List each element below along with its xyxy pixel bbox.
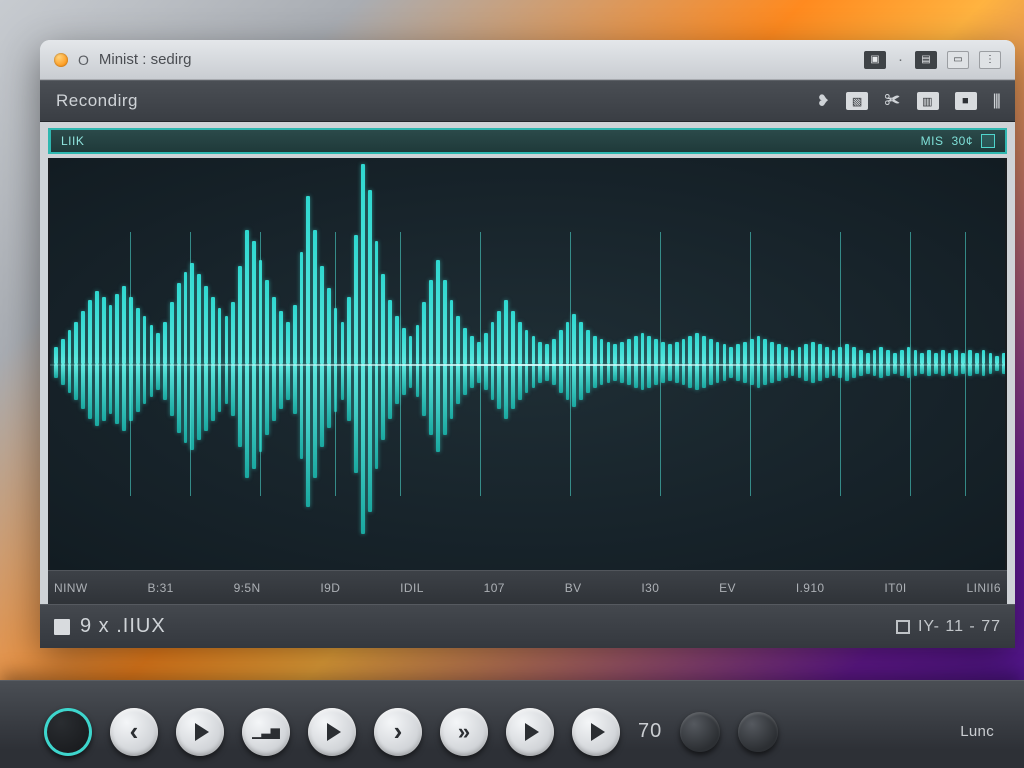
forward-button[interactable] xyxy=(374,708,422,756)
status-left-text: 9 x .IIUX xyxy=(80,615,166,638)
title-prefix: O xyxy=(78,52,89,68)
audio-editor-window: O Minist : sedirg ▣ · ▤ ▭ ⋮ Recondirg ❥ … xyxy=(40,40,1015,648)
play-button-2[interactable] xyxy=(308,708,356,756)
play-button-1[interactable] xyxy=(176,708,224,756)
transport-dock: ▁▃▆ 70 Lunc xyxy=(0,680,1024,768)
play-button-3[interactable] xyxy=(506,708,554,756)
waveform-centerline xyxy=(50,364,1005,366)
back-button[interactable] xyxy=(110,708,158,756)
ruler-tick: IT0I xyxy=(884,581,906,595)
tool-brush-icon[interactable]: ❥ xyxy=(816,91,830,111)
window-control-dot[interactable] xyxy=(54,53,68,67)
levels-icon: ▁▃▆ xyxy=(252,726,280,738)
ruler-tick: IDIL xyxy=(400,581,424,595)
back-icon xyxy=(130,716,139,747)
ruler-tick: 9:5N xyxy=(234,581,261,595)
ruler-tick: LINII6 xyxy=(967,581,1001,595)
ruler-tick: I30 xyxy=(641,581,659,595)
tool-panel-2-icon[interactable]: ▥ xyxy=(917,92,939,110)
play-icon xyxy=(195,723,209,741)
ruler-tick: NINW xyxy=(54,581,88,595)
status-stop-icon[interactable] xyxy=(54,619,70,635)
dock-label: Lunc xyxy=(960,723,994,740)
track-toggle-icon[interactable] xyxy=(981,134,995,148)
knob-2[interactable] xyxy=(738,712,778,752)
tool-stop-icon[interactable]: ■ xyxy=(955,92,977,110)
fast-forward-button[interactable] xyxy=(440,708,488,756)
play-icon xyxy=(591,723,605,741)
play-icon xyxy=(525,723,539,741)
record-button[interactable] xyxy=(44,708,92,756)
window-titlebar: O Minist : sedirg ▣ · ▤ ▭ ⋮ xyxy=(40,40,1015,80)
titlebar-tool-4-icon[interactable]: ⋮ xyxy=(979,51,1001,69)
tool-cut-icon[interactable]: ✀ xyxy=(884,92,900,110)
mode-label: Recondirg xyxy=(56,91,138,111)
mode-toolbar: Recondirg ❥ ▧ ✀ ▥ ■ ||| xyxy=(40,80,1015,122)
titlebar-tool-3-icon[interactable]: ▭ xyxy=(947,51,969,69)
status-right-text: IY- 11 - 77 xyxy=(918,618,1001,636)
tool-bars-icon[interactable]: ||| xyxy=(993,92,999,110)
track-meta-time: 30¢ xyxy=(951,134,973,148)
track-meta-small: MIS xyxy=(921,134,944,148)
play-icon xyxy=(327,723,341,741)
status-marker-icon[interactable] xyxy=(896,620,910,634)
ruler-tick: B:31 xyxy=(147,581,173,595)
forward-icon xyxy=(394,716,403,747)
timeline-ruler[interactable]: NINW B:31 9:5N I9D IDIL 107 BV I30 EV I.910 IT0I LI… xyxy=(48,570,1007,604)
titlebar-tool-2-icon[interactable]: ▤ xyxy=(915,51,937,69)
window-statusbar: 9 x .IIUX IY- 11 - 77 xyxy=(40,604,1015,648)
levels-button[interactable]: ▁▃▆ xyxy=(242,708,290,756)
titlebar-separator: · xyxy=(896,51,905,68)
fast-forward-icon xyxy=(458,719,470,745)
transport-counter: 70 xyxy=(638,720,662,743)
knob-1[interactable] xyxy=(680,712,720,752)
ruler-tick: I.910 xyxy=(796,581,825,595)
track-header[interactable]: LIIK MIS 30¢ xyxy=(48,128,1007,154)
ruler-tick: BV xyxy=(565,581,582,595)
track-name: LIIK xyxy=(61,134,84,148)
titlebar-tool-1-icon[interactable]: ▣ xyxy=(864,51,886,69)
play-button-4[interactable] xyxy=(572,708,620,756)
tool-panel-1-icon[interactable]: ▧ xyxy=(846,92,868,110)
ruler-tick: EV xyxy=(719,581,736,595)
ruler-tick: 107 xyxy=(484,581,505,595)
ruler-tick: I9D xyxy=(320,581,340,595)
waveform-canvas[interactable] xyxy=(48,158,1007,570)
window-title: Minist : sedirg xyxy=(99,51,192,68)
